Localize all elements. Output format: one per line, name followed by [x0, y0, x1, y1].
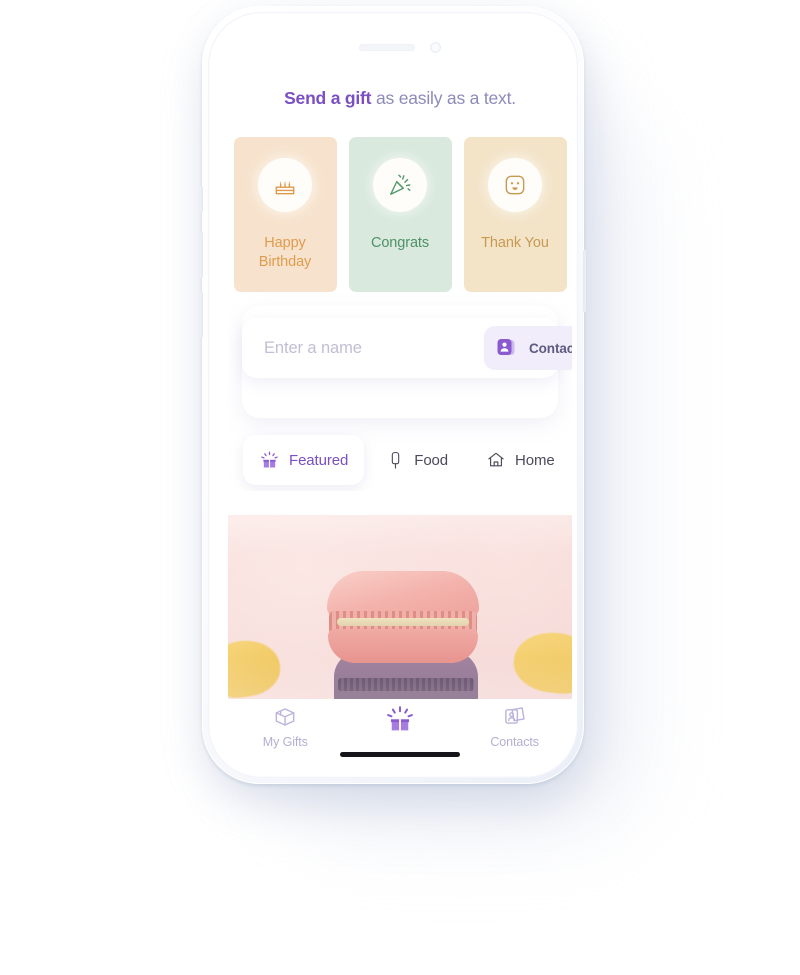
tab-label: Featured — [289, 451, 349, 469]
featured-product-image[interactable] — [228, 515, 572, 699]
category-label: Happy Birthday — [258, 234, 312, 272]
home-indicator-bar[interactable] — [340, 752, 460, 757]
nav-label: My Gifts — [262, 735, 308, 749]
category-card-happy-birthday[interactable]: Happy Birthday — [233, 137, 337, 292]
tab-featured[interactable]: Featured — [243, 435, 365, 485]
tab-label: Home — [515, 451, 555, 469]
nav-item-send-gift[interactable] — [350, 704, 450, 741]
nav-item-contacts[interactable]: Contacts — [465, 704, 565, 749]
category-icon-wrap — [488, 158, 542, 212]
nav-item-my-gifts[interactable]: My Gifts — [235, 704, 335, 749]
bottom-navigation-bar: My Gifts Contacts — [228, 699, 572, 768]
mute-switch[interactable] — [200, 186, 203, 212]
page-title: Send a gift as easily as a text. — [228, 88, 572, 109]
category-card-list: Happy Birthday Congrats Thank You — [228, 137, 572, 292]
headline-bold: Send a gift — [284, 88, 372, 108]
recipient-search-card: Contacts — [242, 306, 572, 418]
category-label-line2: Birthday — [258, 254, 312, 270]
sparkling-gift-icon — [387, 706, 413, 732]
search-bar: Contacts — [242, 318, 572, 378]
category-label-line1: Congrats — [370, 235, 430, 251]
front-camera-icon — [430, 42, 441, 53]
category-icon-wrap — [258, 158, 312, 212]
tab-home[interactable]: Home — [470, 435, 571, 485]
volume-down-button[interactable] — [200, 292, 203, 338]
gift-box-3d-icon — [275, 708, 295, 726]
contact-cards-icon — [504, 707, 525, 724]
volume-up-button[interactable] — [200, 232, 203, 278]
category-label-line1: Happy — [264, 235, 306, 251]
category-label-line1: Thank You — [481, 235, 549, 251]
notch-hardware — [228, 42, 572, 53]
headline-rest: as easily as a text. — [371, 88, 516, 108]
screenshot-stage: Send a gift as easily as a text. Happy B… — [0, 0, 800, 975]
category-label: Congrats — [371, 234, 429, 253]
popsicle-icon — [386, 451, 405, 470]
category-icon-wrap — [373, 158, 427, 212]
contacts-button[interactable]: Contacts — [484, 326, 572, 370]
category-card-congrats[interactable]: Congrats — [348, 137, 452, 292]
category-label: Thank You — [481, 234, 549, 253]
tab-label: Food — [414, 451, 449, 469]
nav-label: Contacts — [490, 735, 539, 749]
product-image-overlay — [228, 515, 572, 699]
power-button[interactable] — [583, 250, 586, 312]
tab-food[interactable]: Food — [370, 435, 464, 485]
party-popper-icon — [390, 174, 411, 195]
category-tab-bar: Featured Food Home — [228, 429, 572, 491]
contacts-button-label: Contacts — [529, 340, 572, 356]
phone-screen: Send a gift as easily as a text. Happy B… — [228, 16, 572, 768]
smiley-face-icon — [505, 175, 525, 195]
category-card-thank-you[interactable]: Thank You — [463, 137, 567, 292]
search-input[interactable] — [242, 338, 484, 358]
house-icon — [486, 450, 506, 470]
birthday-cake-icon — [275, 181, 295, 195]
sparkling-gift-icon — [259, 450, 280, 471]
contact-card-icon — [497, 339, 515, 355]
speaker-slot-icon — [359, 44, 415, 51]
